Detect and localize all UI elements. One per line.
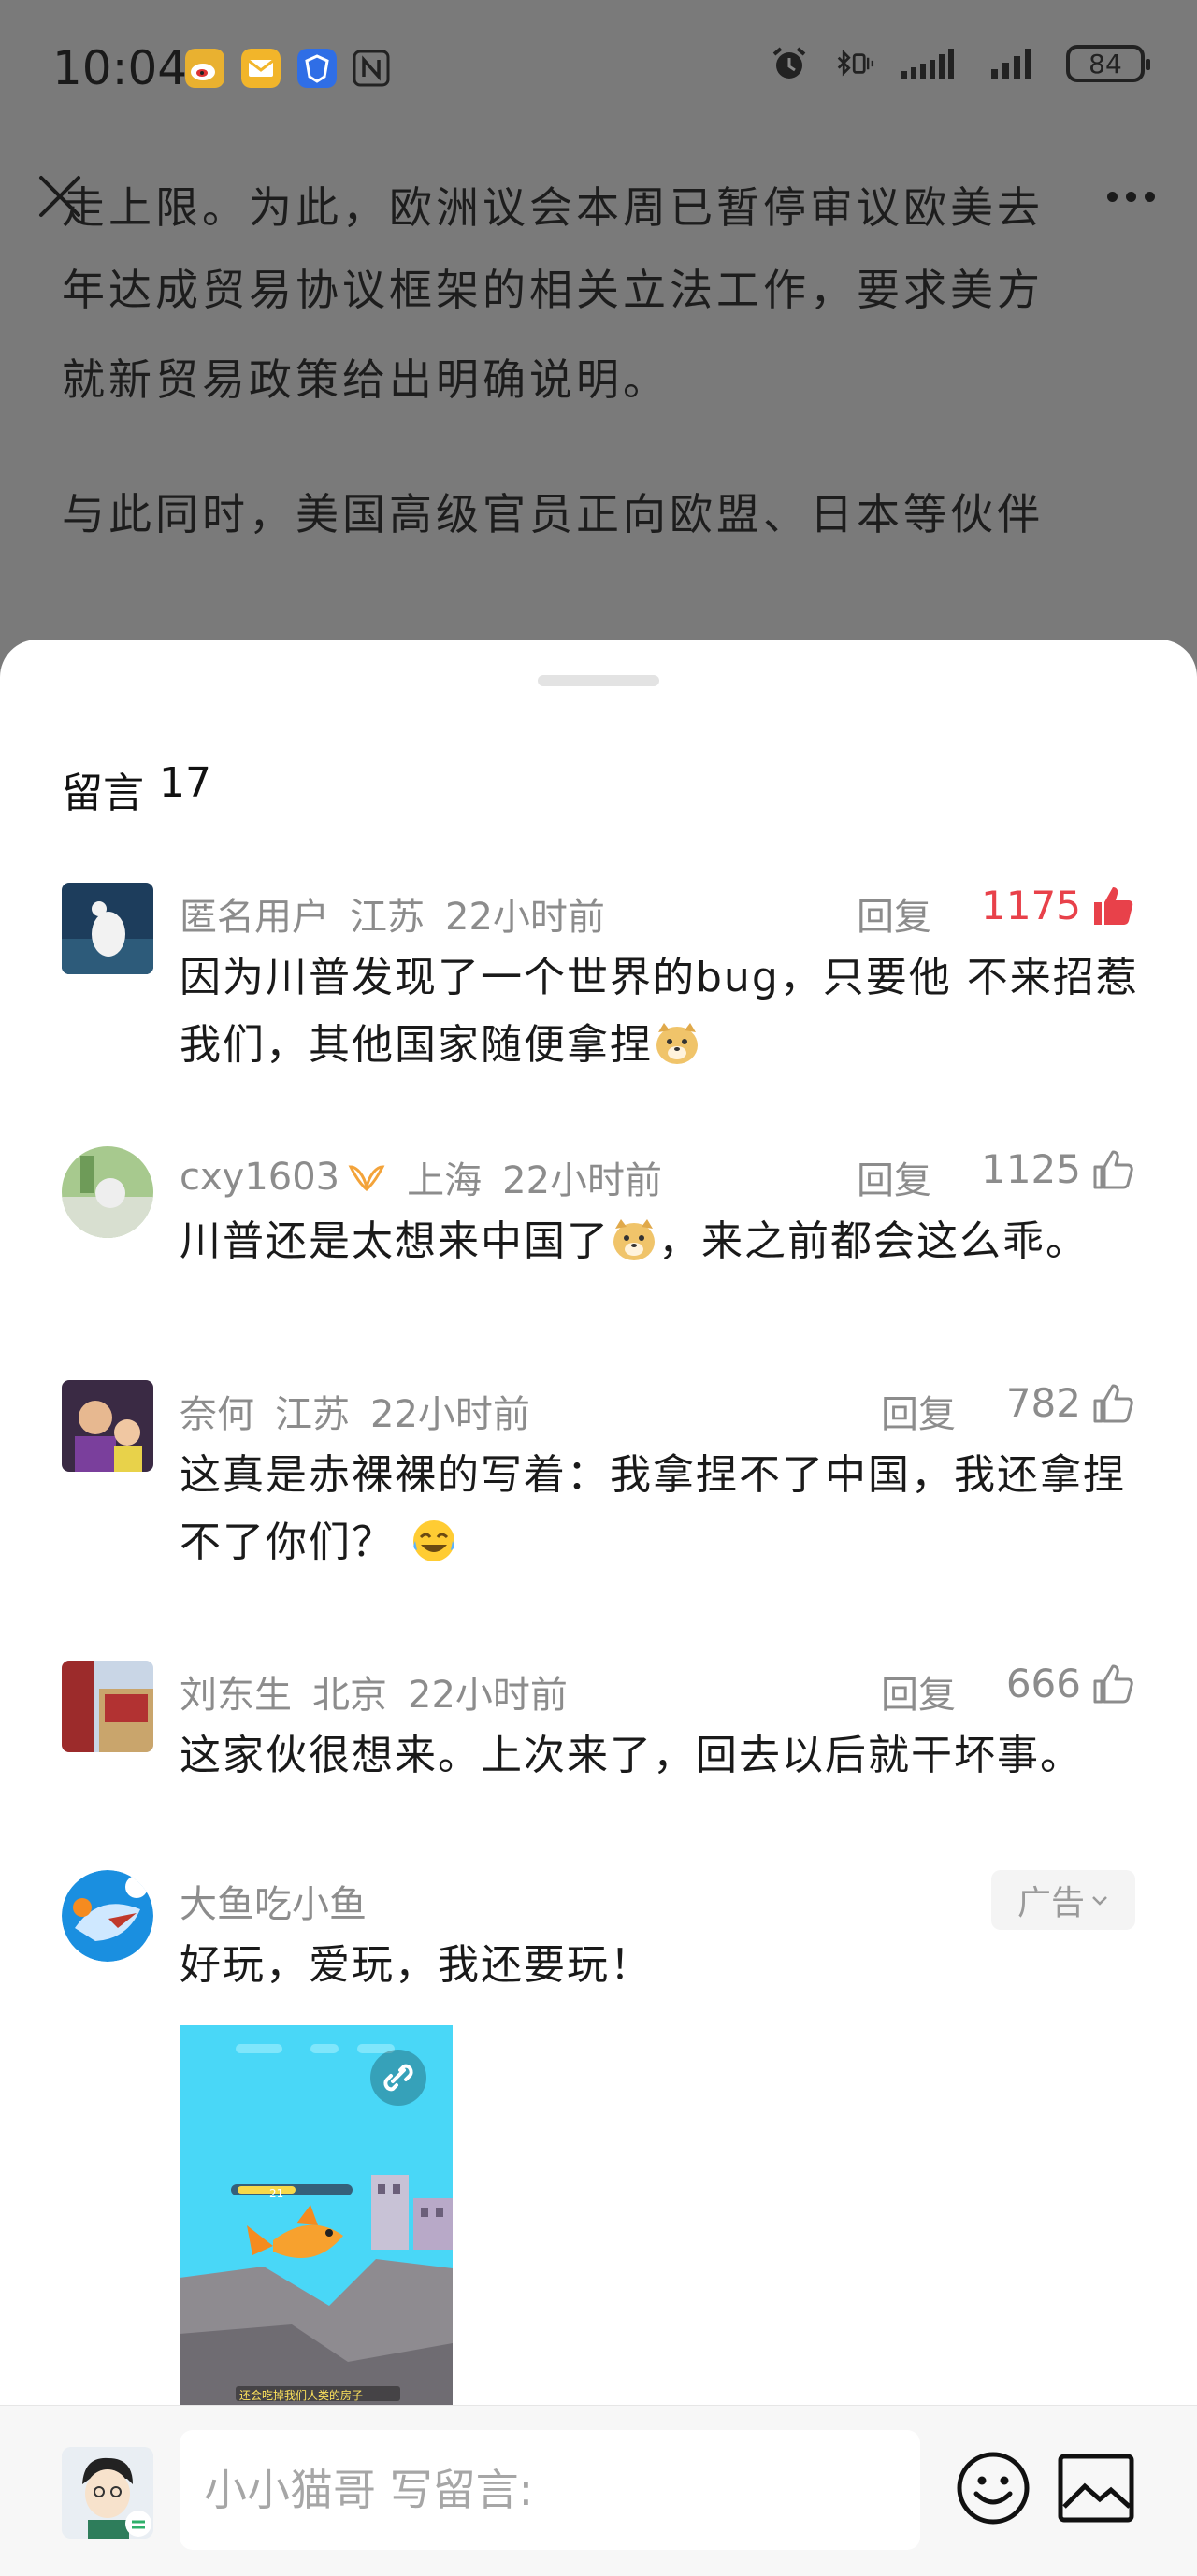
ad-tag-button[interactable]: 广告 xyxy=(991,1870,1135,1930)
signal-2-icon xyxy=(991,49,1031,79)
like-count: 782 xyxy=(1005,1380,1081,1426)
comment-time: 22小时前 xyxy=(502,1159,663,1202)
reply-button[interactable]: 回复 xyxy=(857,1150,931,1204)
my-avatar[interactable] xyxy=(62,2447,153,2539)
comments-count: 17 xyxy=(159,759,211,807)
comment-time: 22小时前 xyxy=(370,1393,530,1436)
article-line: 就新贸易政策给出明确说明。 xyxy=(62,354,670,405)
comment-location: 江苏 xyxy=(275,1393,350,1436)
ad-avatar[interactable] xyxy=(62,1870,153,1962)
dot xyxy=(1125,191,1136,202)
chevron-down-icon xyxy=(1092,1896,1107,1906)
avatar[interactable] xyxy=(62,1661,153,1752)
alarm-icon xyxy=(772,47,806,79)
avatar[interactable] xyxy=(62,1380,153,1472)
comments-title-label: 留言 xyxy=(62,770,144,817)
dot xyxy=(1144,191,1155,202)
avatar[interactable] xyxy=(62,1146,153,1238)
like-button[interactable]: 1175 xyxy=(981,883,1135,928)
comment-text-part2: ，来之前都会这么乖。 xyxy=(658,1217,1089,1265)
comment-meta: 奈何 江苏 22小时前 xyxy=(180,1384,530,1438)
comment-username[interactable]: 匿名用户 xyxy=(180,886,329,941)
link-icon[interactable] xyxy=(368,2048,428,2108)
thumbs-up-icon xyxy=(1093,1150,1133,1188)
ad-image-caption: 还会吃掉我们人类的房子 xyxy=(239,2389,364,2402)
like-count: 1125 xyxy=(981,1146,1081,1192)
comment-location: 北京 xyxy=(312,1674,387,1717)
comment-meta: cxy1603 上海 22小时前 xyxy=(180,1150,662,1204)
comment-text: 这家伙很想来。上次来了，回去以后就干坏事。 xyxy=(180,1732,1083,1779)
comments-title: 留言 17 xyxy=(62,759,211,819)
ad-tag-label: 广告 xyxy=(1017,1884,1085,1922)
doge-emoji-icon xyxy=(656,1023,698,1064)
status-bar: 10:04 84 xyxy=(0,0,1197,140)
like-button[interactable]: 1125 xyxy=(981,1146,1135,1192)
battery-indicator: 84 xyxy=(1066,45,1150,82)
signal-1-icon xyxy=(901,49,954,79)
comment-text-content: 这真是赤裸裸的写着：我拿捏不了中国，我还拿捏不了你们？ xyxy=(180,1451,1126,1566)
dot xyxy=(1106,191,1118,202)
app-shield-icon xyxy=(297,49,337,88)
comment-text: 川普还是太想来中国了 ，来之前都会这么乖。 xyxy=(180,1208,1143,1275)
comments-sheet: 留言 17 匿名用户 江苏 22小时前 回复 1175 因为川普发现了一个世界的… xyxy=(0,640,1197,2575)
more-options-button[interactable] xyxy=(1098,176,1163,217)
article-paragraph-2: 与此同时，美国高级官员正向欧盟、日本等伙伴 xyxy=(62,489,1044,540)
ad-image[interactable]: 21 还会吃掉我们人类的房子 xyxy=(180,2025,453,2409)
ad-game-level: 21 xyxy=(269,2187,284,2200)
article-cut-line: 走上限。为此，欧洲议会本周已暂停审议欧美去 xyxy=(62,182,1044,233)
like-button[interactable]: 666 xyxy=(1006,1661,1135,1706)
ad-meta: 大鱼吃小鱼 xyxy=(180,1874,367,1928)
ad-text: 好玩，爱玩，我还要玩！ xyxy=(180,1941,653,1989)
comment-location: 江苏 xyxy=(350,896,425,939)
comment-input[interactable] xyxy=(180,2430,920,2550)
status-time: 10:04 xyxy=(52,41,188,95)
like-button[interactable]: 782 xyxy=(1006,1380,1135,1426)
comment-text-part1: 川普还是太想来中国了 xyxy=(180,1217,610,1265)
comment-text: 因为川普发现了一个世界的bug，只要他 不来招惹我们，其他国家随便拿捏 xyxy=(180,944,1143,1079)
comment-meta: 刘东生 北京 22小时前 xyxy=(180,1664,568,1719)
like-count: 1175 xyxy=(981,883,1081,928)
doge-emoji-icon xyxy=(613,1219,655,1260)
comment-time: 22小时前 xyxy=(408,1674,568,1717)
ad-name[interactable]: 大鱼吃小鱼 xyxy=(180,1874,367,1928)
vip-badge-icon xyxy=(348,1165,385,1191)
avatar[interactable] xyxy=(62,883,153,974)
weibo-icon xyxy=(185,49,224,88)
comment-text: 这真是赤裸裸的写着：我拿捏不了中国，我还拿捏不了你们？ xyxy=(180,1442,1143,1576)
emoji-button-icon[interactable] xyxy=(954,2449,1032,2527)
sheet-drag-handle[interactable] xyxy=(538,675,659,686)
thumbs-up-filled-icon xyxy=(1094,886,1133,925)
article-line: 年达成贸易协议框架的相关立法工作，要求美方 xyxy=(62,265,1044,315)
comment-username[interactable]: cxy1603 xyxy=(180,1156,339,1199)
comment-username[interactable]: 奈何 xyxy=(180,1384,254,1438)
reply-button[interactable]: 回复 xyxy=(857,886,931,941)
comment-input-bar xyxy=(0,2405,1197,2576)
comment-username[interactable]: 刘东生 xyxy=(180,1664,292,1719)
thumbs-up-icon xyxy=(1093,1384,1133,1422)
thumbs-up-icon xyxy=(1093,1664,1133,1703)
comment-meta: 匿名用户 江苏 22小时前 xyxy=(180,886,605,941)
like-count: 666 xyxy=(1005,1661,1081,1706)
comment-time: 22小时前 xyxy=(445,896,605,939)
bluetooth-vibrate-icon xyxy=(837,49,874,77)
laughing-tears-emoji-icon xyxy=(413,1520,454,1561)
image-button-icon[interactable] xyxy=(1057,2453,1135,2524)
article-paragraph: 年达成贸易协议框架的相关立法工作，要求美方 就新贸易政策给出明确说明。 xyxy=(62,245,1147,425)
reply-button[interactable]: 回复 xyxy=(881,1664,956,1719)
mail-icon xyxy=(241,49,281,88)
comment-location: 上海 xyxy=(407,1159,483,1202)
article-body: 走上限。为此，欧洲议会本周已暂停审议欧美去 年达成贸易协议框架的相关立法工作，要… xyxy=(62,182,1147,604)
reply-button[interactable]: 回复 xyxy=(881,1384,956,1438)
nfc-icon xyxy=(353,50,390,87)
